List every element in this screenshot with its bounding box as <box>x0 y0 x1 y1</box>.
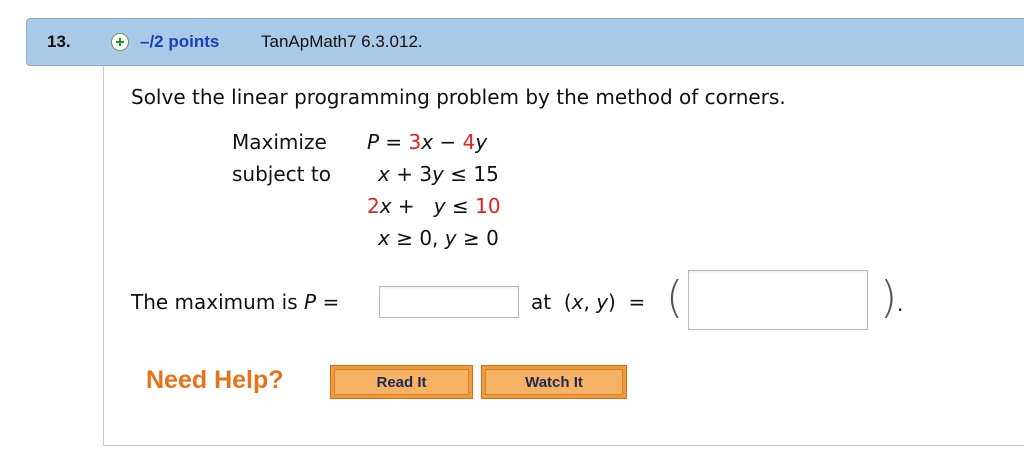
watch-it-button[interactable]: Watch It <box>481 365 627 399</box>
subject-to-label: subject to <box>232 162 331 186</box>
point-answer-label: at (x, y) = <box>531 290 646 314</box>
need-help-label: Need Help? <box>146 366 284 394</box>
maximize-label: Maximize <box>232 130 327 154</box>
points-label: –/2 points <box>140 32 220 51</box>
point-value-input[interactable] <box>688 270 868 330</box>
max-answer-label: The maximum is P = <box>131 290 340 314</box>
objective-function: P = 3x − 4y <box>367 130 488 154</box>
question-source: TanApMath7 6.3.012. <box>261 32 423 51</box>
question-number: 13. <box>47 32 71 51</box>
max-value-input[interactable] <box>379 286 519 318</box>
watch-it-label: Watch It <box>485 369 623 395</box>
read-it-label: Read It <box>334 369 469 395</box>
period: . <box>897 292 904 316</box>
constraint-2: 2x + y ≤ 10 <box>367 194 501 218</box>
problem-prompt: Solve the linear programming problem by … <box>131 85 786 109</box>
constraint-1: x + 3y ≤ 15 <box>378 162 499 186</box>
question-header: 13. –/2 points TanApMath7 6.3.012. <box>26 18 1024 66</box>
open-parenthesis: ( <box>666 272 684 323</box>
expand-plus-icon[interactable] <box>111 33 129 51</box>
read-it-button[interactable]: Read It <box>330 365 473 399</box>
close-parenthesis: ) <box>880 272 898 323</box>
nonnegativity-constraint: x ≥ 0, y ≥ 0 <box>378 226 499 250</box>
